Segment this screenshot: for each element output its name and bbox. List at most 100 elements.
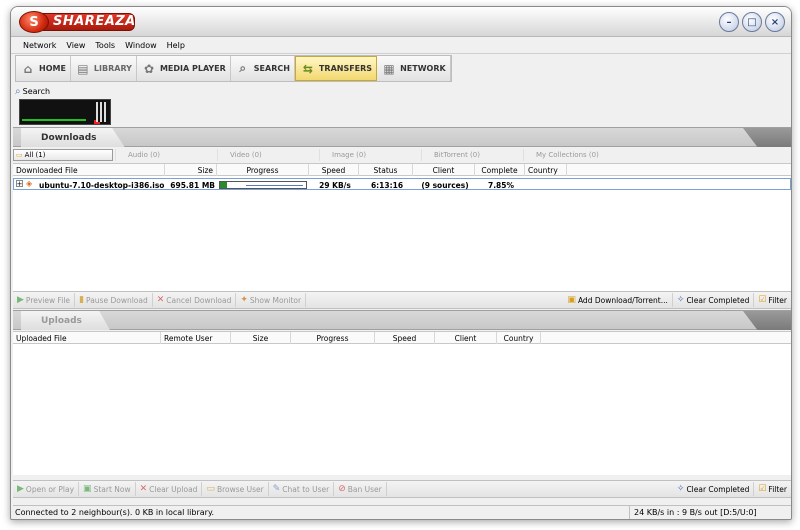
download-row[interactable]: + ◈ ubuntu-7.10-desktop-i386.iso 695.81 … <box>13 178 791 190</box>
filter-image[interactable]: Image (0) <box>319 149 419 161</box>
media-player-icon: ✿ <box>143 61 154 76</box>
start-now-button[interactable]: ▣ Start Now <box>79 482 136 496</box>
status-bar: Connected to 2 neighbour(s). 0 KB in loc… <box>13 505 791 519</box>
download-progress-fill <box>220 182 227 188</box>
title-bar[interactable]: S SHAREAZA – □ × <box>11 7 791 37</box>
download-progress-bar <box>219 181 307 189</box>
download-size: 695.81 MB <box>170 180 215 190</box>
download-client: (9 sources) <box>421 180 469 190</box>
start-icon: ▣ <box>83 484 92 494</box>
menu-window[interactable]: Window <box>125 41 157 50</box>
chat-icon: ✎ <box>272 484 281 494</box>
cancel-download-button[interactable]: ✕ Cancel Download <box>153 293 237 307</box>
download-progress-sources <box>246 185 303 186</box>
ban-user-button[interactable]: ⊘ Ban User <box>334 482 387 496</box>
filter-all[interactable]: ▭ All (1) <box>13 149 113 161</box>
broom-icon: ✧ <box>676 484 685 494</box>
status-bandwidth: 24 KB/s in : 9 B/s out [D:5/U:0] <box>629 505 791 519</box>
nav-search[interactable]: ⌕ SEARCH <box>231 56 295 81</box>
download-complete: 7.85% <box>487 180 515 190</box>
downloads-title: Downloads <box>21 128 125 147</box>
folder-icon: ▭ <box>206 484 215 494</box>
add-folder-icon: ▣ <box>567 295 576 305</box>
transfers-icon: ⇆ <box>302 61 313 76</box>
nav-home[interactable]: ⌂ HOME <box>16 56 71 81</box>
nav-media-player[interactable]: ✿ MEDIA PLAYER <box>137 56 231 81</box>
col-status[interactable]: Status <box>359 164 413 176</box>
uploads-title: Uploads <box>21 311 110 330</box>
col-size[interactable]: Size <box>165 164 217 176</box>
expand-icon[interactable]: + <box>16 180 23 188</box>
col-upload-speed[interactable]: Speed <box>375 332 435 344</box>
filter-check-icon: ☑ <box>758 484 767 494</box>
menu-tools[interactable]: Tools <box>95 41 115 50</box>
col-upload-size[interactable]: Size <box>231 332 291 344</box>
col-remote-user[interactable]: Remote User <box>161 332 231 344</box>
show-monitor-button[interactable]: ✦ Show Monitor <box>236 293 307 307</box>
app-title: SHAREAZA <box>53 14 136 29</box>
maximize-button[interactable]: □ <box>742 12 762 32</box>
cancel-icon: ✕ <box>156 295 165 305</box>
shareaza-logo-icon: S <box>19 11 49 33</box>
col-downloaded-file[interactable]: Downloaded File <box>13 164 165 176</box>
filter-video[interactable]: Video (0) <box>217 149 317 161</box>
pause-download-button[interactable]: ▮ Pause Download <box>75 293 153 307</box>
close-button[interactable]: × <box>765 12 785 32</box>
clear-completed-uploads-button[interactable]: ✧ Clear Completed <box>673 482 755 496</box>
downloads-header-corner <box>743 128 791 147</box>
minimize-icon: – <box>726 16 732 28</box>
meter-bar <box>22 119 86 121</box>
minimize-button[interactable]: – <box>719 12 739 32</box>
download-file-name: ubuntu-7.10-desktop-i386.iso <box>39 180 165 190</box>
col-complete[interactable]: Complete <box>475 164 525 176</box>
col-upload-country[interactable]: Country <box>497 332 541 344</box>
magnifier-icon: ⌕ <box>15 85 21 97</box>
col-speed[interactable]: Speed <box>309 164 359 176</box>
download-country <box>526 179 568 191</box>
preview-file-button[interactable]: ▶ Preview File <box>13 293 76 307</box>
browse-user-button[interactable]: ▭ Browse User <box>202 482 269 496</box>
network-icon: ▦ <box>383 61 395 76</box>
downloads-filter-button[interactable]: ☑ Filter <box>754 293 791 307</box>
uploads-header: Uploads <box>13 310 791 330</box>
filter-audio[interactable]: Audio (0) <box>115 149 215 161</box>
filter-check-icon: ☑ <box>758 295 767 305</box>
play-icon: ▶ <box>17 295 24 305</box>
bandwidth-meter <box>19 99 111 125</box>
menu-help[interactable]: Help <box>167 41 185 50</box>
ban-icon: ⊘ <box>338 484 346 494</box>
menu-view[interactable]: View <box>66 41 85 50</box>
window-controls: – □ × <box>719 12 785 32</box>
menu-network[interactable]: Network <box>23 41 56 50</box>
filter-collections[interactable]: My Collections (0) <box>523 149 623 161</box>
nav-network[interactable]: ▦ NETWORK <box>377 56 451 81</box>
uploads-filter-button[interactable]: ☑ Filter <box>754 482 791 496</box>
nav-transfers[interactable]: ⇆ TRANSFERS <box>294 56 378 81</box>
library-icon: ▤ <box>77 61 89 76</box>
uploads-header-corner <box>743 311 791 330</box>
open-or-play-button[interactable]: ▶ Open or Play <box>13 482 80 496</box>
clear-completed-downloads-button[interactable]: ✧ Clear Completed <box>673 293 755 307</box>
add-download-button[interactable]: ▣ Add Download/Torrent... <box>563 293 673 307</box>
nav-library[interactable]: ▤ LIBRARY <box>71 56 137 81</box>
chat-to-user-button[interactable]: ✎ Chat to User <box>269 482 335 496</box>
menu-bar: Network View Tools Window Help <box>11 38 791 54</box>
download-filter-tabs: ▭ All (1) Audio (0) Video (0) Image (0) B… <box>13 148 791 162</box>
search-icon: ⌕ <box>239 61 247 75</box>
col-country[interactable]: Country <box>525 164 567 176</box>
col-client[interactable]: Client <box>413 164 475 176</box>
col-progress[interactable]: Progress <box>217 164 309 176</box>
file-type-icon: ◈ <box>26 179 33 188</box>
filter-bittorrent[interactable]: BitTorrent (0) <box>421 149 521 161</box>
clear-upload-button[interactable]: ✕ Clear Upload <box>136 482 203 496</box>
col-upload-client[interactable]: Client <box>435 332 497 344</box>
status-connection: Connected to 2 neighbour(s). 0 KB in loc… <box>15 508 215 517</box>
shareaza-window: S SHAREAZA – □ × Network View Tools Wind… <box>10 6 792 520</box>
uploads-list-header: Uploaded File Remote User Size Progress … <box>13 332 791 344</box>
search-toolbar-button[interactable]: ⌕ Search <box>15 84 50 98</box>
uploads-list: Uploaded File Remote User Size Progress … <box>13 331 791 475</box>
col-uploaded-file[interactable]: Uploaded File <box>13 332 161 344</box>
col-upload-progress[interactable]: Progress <box>291 332 375 344</box>
downloads-header: Downloads <box>13 127 791 147</box>
downloads-list-header: Downloaded File Size Progress Speed Stat… <box>13 164 791 176</box>
